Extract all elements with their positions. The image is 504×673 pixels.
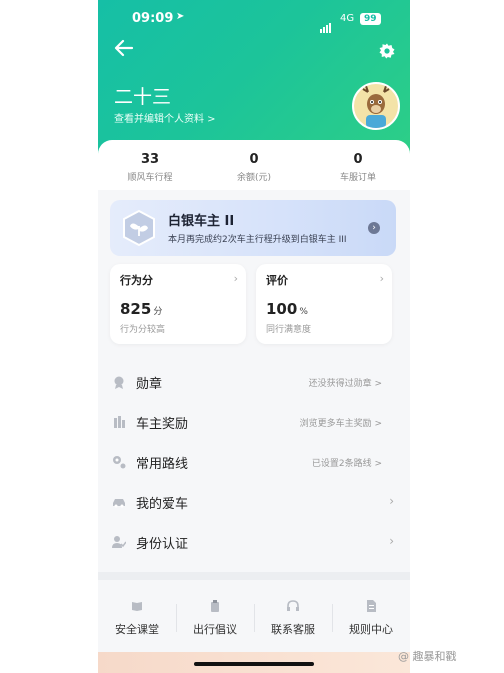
menu-label: 我的爱车 [136,497,189,512]
rating-card[interactable]: 评价 › 100% 同行满意度 [256,264,392,344]
shortcut-travel-initiative[interactable]: 出行倡议 [176,600,254,637]
shortcut-label: 规则中心 [349,623,393,636]
silver-level-desc: 本月再完成约2次车主行程升级到白银车主 III [168,235,347,245]
shortcut-label: 联系客服 [271,623,315,636]
book-icon [132,602,142,611]
menu-label: 勋章 [136,377,163,392]
battery-icon: 99 [360,13,381,25]
chevron-right-icon: › [389,494,394,508]
document-icon [367,600,376,612]
medal-icon [114,376,124,389]
menu-item-my-car[interactable]: 我的爱车 [98,482,410,522]
leaf-badge-icon [123,209,155,247]
stat-label: 余额(元) [236,173,272,183]
gift-icon [114,416,125,428]
bottom-shortcuts: 安全课堂 出行倡议 联系客服 规则中心 [98,590,410,650]
stat-label: 顺风车行程 [127,173,173,183]
menu-item-medals[interactable]: 勋章 还没获得过勋章 > [98,362,410,402]
behavior-score-value: 825 分 [120,300,162,318]
chevron-right-icon: › [389,534,394,548]
menu-hint: 浏览更多车主奖励 > [299,419,382,429]
car-icon [113,499,125,508]
avatar[interactable] [352,82,400,130]
settings-gear-icon[interactable] [378,42,396,60]
shortcut-rules-center[interactable]: 规则中心 [332,600,410,637]
rating-number: 100 [266,300,298,318]
chevron-right-icon: › [379,272,384,285]
back-arrow-icon[interactable] [112,36,136,60]
menu-item-routes[interactable]: 常用路线 已设置2条路线 > [98,442,410,482]
menu-item-rewards[interactable]: 车主奖励 浏览更多车主奖励 > [98,402,410,442]
edit-profile-link[interactable]: 查看并编辑个人资料 > [114,110,216,125]
shortcut-safety-class[interactable]: 安全课堂 [98,600,176,637]
network-type: 4G [340,13,355,24]
status-bar: 09:09 ➤ 4G 99 [98,10,410,33]
menu-hint: 还没获得过勋章 > [308,379,382,389]
menu-label: 车主奖励 [136,417,189,432]
signal-icon [320,14,332,33]
behavior-score-title: 行为分 [120,274,153,287]
status-time: 09:09 [132,11,174,26]
menu-hint: 已设置2条路线 > [311,459,382,469]
menu-item-identity[interactable]: 身份认证 › [98,522,410,562]
stat-value: 0 [353,152,363,167]
behavior-score-sub: 行为分较高 [120,325,166,335]
stat-value: 33 [140,152,160,167]
silver-level-banner[interactable]: 白银车主 II 本月再完成约2次车主行程升级到白银车主 III › [110,200,396,256]
clipboard-icon [211,600,219,612]
shortcut-label: 安全课堂 [115,623,159,636]
behavior-score-card[interactable]: 行为分 › 825 分 行为分较高 [110,264,246,344]
score-unit: 分 [153,307,163,317]
id-icon [112,536,126,548]
chevron-right-icon: › [233,272,238,285]
watermark: @ 趣暴和戳 [398,650,457,663]
phone-screen: 09:09 ➤ 4G 99 二十三 查看并编辑个人资料 > 33 顺风车行程 0… [98,0,410,673]
location-icon: ➤ [176,11,185,22]
score-number: 825 [120,300,152,318]
stats-card: 33 顺风车行程 0 余额(元) 0 车服订单 [98,140,410,190]
headset-icon [287,600,299,611]
rating-value: 100% [266,300,308,318]
shortcut-customer-service[interactable]: 联系客服 [254,600,332,637]
rating-unit: % [299,307,308,317]
stat-trips[interactable]: 33 顺风车行程 [98,152,202,183]
user-name: 二十三 [114,86,172,108]
section-divider [98,572,410,580]
shortcut-label: 出行倡议 [193,623,237,636]
menu-label: 常用路线 [136,457,189,472]
home-indicator [194,662,314,666]
rating-title: 评价 [266,274,288,287]
menu-label: 身份认证 [136,537,189,552]
route-icon [113,456,126,469]
silver-arrow-icon[interactable]: › [368,222,380,234]
stat-label: 车服订单 [339,173,376,183]
stat-value: 0 [249,152,259,167]
rating-sub: 同行满意度 [266,325,312,335]
deer-avatar-icon [362,85,390,128]
stat-balance[interactable]: 0 余额(元) [202,152,306,183]
silver-level-title: 白银车主 II [168,214,235,229]
stat-orders[interactable]: 0 车服订单 [306,152,410,183]
